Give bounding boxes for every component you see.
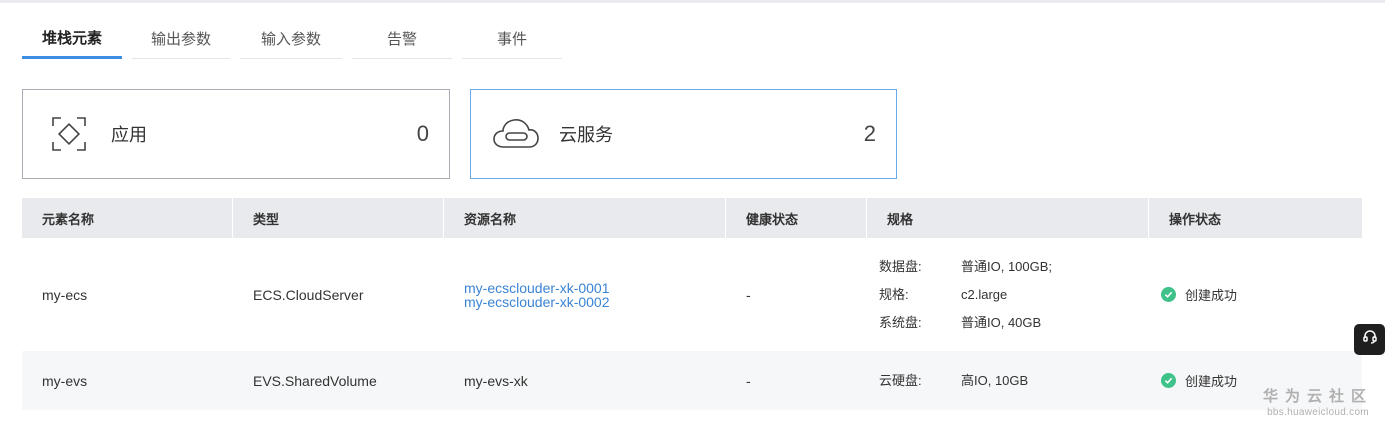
- cell-spec: 云硬盘: 高IO, 10GB: [867, 351, 1149, 410]
- cell-health: -: [746, 286, 751, 303]
- cell-type: EVS.SharedVolume: [253, 372, 377, 389]
- spec-key: 规格:: [879, 286, 909, 302]
- cell-resource-name: my-evs-xk: [464, 372, 528, 389]
- spec-key: 系统盘:: [879, 314, 922, 330]
- col-header-spec: 规格: [867, 198, 1149, 238]
- app-card-count: 0: [416, 121, 429, 146]
- success-check-icon: [1161, 287, 1176, 302]
- status-text: 创建成功: [1185, 374, 1238, 389]
- cell-element-name: my-evs: [42, 372, 88, 389]
- app-frame-icon: [49, 114, 89, 154]
- status-text: 创建成功: [1185, 288, 1238, 303]
- resource-link[interactable]: my-ecsclouder-xk-0001: [464, 281, 610, 295]
- spec-value: 高IO, 10GB: [961, 372, 1029, 388]
- headset-icon: [1362, 329, 1378, 350]
- spec-value: 普通IO, 40GB: [961, 314, 1042, 330]
- cloud-service-card-label: 云服务: [559, 125, 613, 145]
- customer-service-button[interactable]: [1354, 324, 1385, 355]
- top-divider: [0, 0, 1385, 3]
- tab-input-params[interactable]: 输入参数: [240, 18, 342, 59]
- tab-stack-elements[interactable]: 堆栈元素: [22, 18, 122, 59]
- stack-elements-table: 元素名称 类型 资源名称 健康状态 规格 操作状态 my-ecs ECS.Clo…: [22, 198, 1362, 410]
- resource-link[interactable]: my-ecsclouder-xk-0002: [464, 295, 610, 309]
- col-header-type: 类型: [233, 198, 444, 238]
- cloud-icon: [491, 114, 541, 154]
- cloud-service-card-count: 2: [863, 121, 876, 146]
- spec-value: 普通IO, 100GB;: [961, 258, 1053, 274]
- cell-spec: 数据盘: 普通IO, 100GB; 规格: c2.large 系统盘: 普通IO…: [867, 238, 1149, 351]
- tab-events[interactable]: 事件: [462, 18, 562, 59]
- success-check-icon: [1161, 373, 1176, 388]
- watermark-cn: 华为云社区: [1262, 388, 1373, 405]
- spec-line: 系统盘: 普通IO, 40GB: [879, 309, 1041, 337]
- spec-line: 数据盘: 普通IO, 100GB;: [879, 253, 1052, 281]
- spec-line: 云硬盘: 高IO, 10GB: [879, 367, 1028, 395]
- cloud-service-card[interactable]: 云服务 2: [470, 89, 897, 179]
- spec-value: c2.large: [961, 286, 1008, 302]
- cell-type: ECS.CloudServer: [253, 286, 364, 303]
- spec-line: 规格: c2.large: [879, 281, 1007, 309]
- spec-key: 云硬盘:: [879, 372, 922, 388]
- tab-bar: 堆栈元素 输出参数 输入参数 告警 事件: [22, 18, 572, 60]
- spec-key: 数据盘:: [879, 258, 922, 274]
- watermark-url: bbs.huaweicloud.com: [1267, 407, 1369, 418]
- app-card[interactable]: 应用 0: [22, 89, 450, 179]
- watermark: 华为云社区 bbs.huaweicloud.com: [1262, 388, 1374, 419]
- cell-element-name: my-ecs: [42, 286, 88, 303]
- tab-alarms[interactable]: 告警: [352, 18, 452, 59]
- col-header-element-name: 元素名称: [22, 198, 233, 238]
- cell-health: -: [746, 372, 751, 389]
- table-row: my-ecs ECS.CloudServer my-ecsclouder-xk-…: [22, 238, 1362, 351]
- cell-resource-name: my-ecsclouder-xk-0001 my-ecsclouder-xk-0…: [444, 238, 726, 351]
- app-card-label: 应用: [111, 125, 147, 145]
- table-row: my-evs EVS.SharedVolume my-evs-xk - 云硬盘:…: [22, 351, 1362, 410]
- cell-operation-status: 创建成功: [1149, 238, 1362, 351]
- table-header: 元素名称 类型 资源名称 健康状态 规格 操作状态: [22, 198, 1362, 238]
- col-header-health: 健康状态: [726, 198, 867, 238]
- col-header-operation-status: 操作状态: [1169, 211, 1222, 227]
- tab-output-params[interactable]: 输出参数: [132, 18, 230, 59]
- col-header-resource-name: 资源名称: [444, 198, 726, 238]
